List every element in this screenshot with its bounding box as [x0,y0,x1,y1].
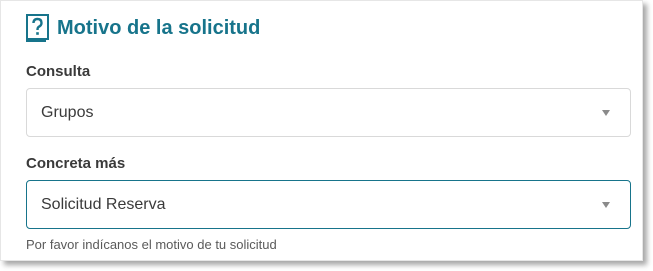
concreta-help-text: Por favor indícanos el motivo de tu soli… [26,237,277,252]
question-book-icon [23,13,53,43]
concreta-label: Concreta más [26,155,126,172]
dropdown-arrow-icon [596,109,616,116]
consulta-label: Consulta [26,63,91,80]
consulta-select[interactable]: Grupos [26,88,631,137]
section-header: Motivo de la solicitud [23,13,260,43]
concreta-selected-value: Solicitud Reserva [41,195,166,213]
dropdown-arrow-icon [596,201,616,208]
consulta-selected-value: Grupos [41,103,94,121]
request-reason-panel: Motivo de la solicitud Consulta Grupos C… [0,0,643,261]
section-title: Motivo de la solicitud [57,16,261,39]
concreta-select[interactable]: Solicitud Reserva [26,180,631,229]
